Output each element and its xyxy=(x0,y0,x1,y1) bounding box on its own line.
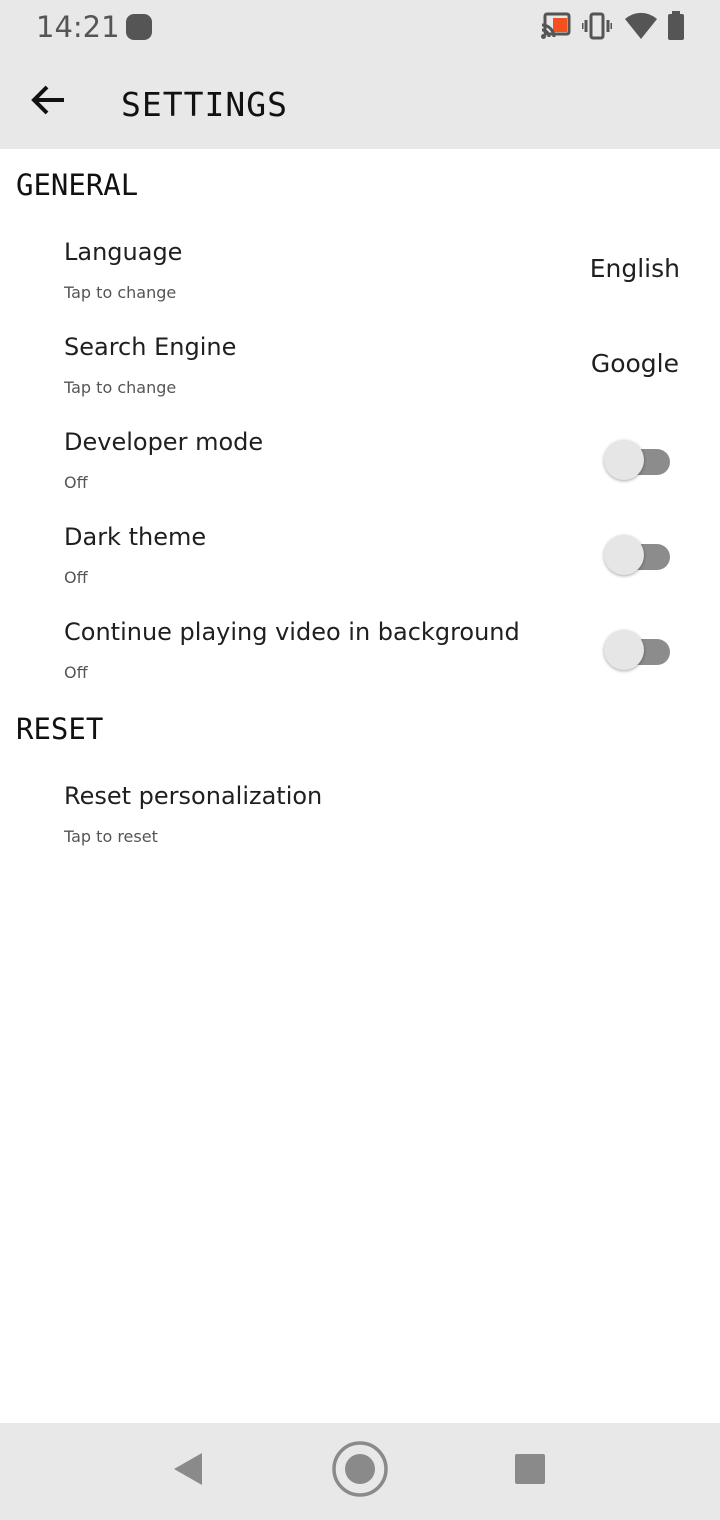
battery-icon xyxy=(666,11,686,46)
setting-search-engine[interactable]: Search Engine Tap to change Google xyxy=(0,323,720,418)
toggle-thumb xyxy=(604,535,644,575)
nav-home-button[interactable] xyxy=(330,1440,390,1503)
setting-background-video-subtitle: Off xyxy=(64,663,88,682)
toggle-thumb xyxy=(604,630,644,670)
section-header-reset: RESET xyxy=(16,712,104,746)
system-nav-bar xyxy=(0,1423,720,1520)
nav-back-icon xyxy=(172,1452,204,1491)
developer-mode-toggle[interactable] xyxy=(604,438,672,482)
setting-developer-mode-subtitle: Off xyxy=(64,473,88,492)
toggle-thumb xyxy=(604,440,644,480)
setting-search-engine-subtitle: Tap to change xyxy=(64,378,177,397)
setting-developer-mode[interactable]: Developer mode Off xyxy=(0,418,720,513)
page-title: SETTINGS xyxy=(121,85,288,124)
setting-language-title: Language xyxy=(64,238,183,266)
status-time: 14:21 xyxy=(36,10,120,44)
setting-background-video-title: Continue playing video in background xyxy=(64,618,520,646)
setting-reset-personalization-title: Reset personalization xyxy=(64,782,323,810)
setting-language-subtitle: Tap to change xyxy=(64,283,177,302)
section-header-general: GENERAL xyxy=(16,168,139,202)
vibrate-icon xyxy=(581,11,613,46)
background-video-toggle[interactable] xyxy=(604,628,672,672)
dark-theme-toggle[interactable] xyxy=(604,533,672,577)
back-button[interactable] xyxy=(24,78,72,126)
nav-home-icon xyxy=(331,1440,389,1503)
setting-reset-personalization-subtitle: Tap to reset xyxy=(64,827,158,846)
cast-icon xyxy=(540,11,572,46)
app-bar: SETTINGS xyxy=(0,56,720,149)
status-bar: 14:21 xyxy=(0,0,720,56)
setting-dark-theme-title: Dark theme xyxy=(64,523,207,551)
setting-search-engine-title: Search Engine xyxy=(64,333,237,361)
setting-language-value: English xyxy=(589,254,680,283)
nav-back-button[interactable] xyxy=(158,1441,218,1501)
setting-search-engine-value: Google xyxy=(590,349,679,378)
nav-recents-button[interactable] xyxy=(500,1441,560,1501)
setting-reset-personalization[interactable]: Reset personalization Tap to reset xyxy=(0,772,720,867)
nav-recents-icon xyxy=(514,1453,546,1490)
notification-dot-icon xyxy=(126,14,152,40)
setting-dark-theme-subtitle: Off xyxy=(64,568,88,587)
setting-dark-theme[interactable]: Dark theme Off xyxy=(0,513,720,608)
arrow-back-icon xyxy=(30,84,66,121)
setting-background-video[interactable]: Continue playing video in background Off xyxy=(0,608,720,703)
setting-developer-mode-title: Developer mode xyxy=(64,428,264,456)
wifi-icon xyxy=(625,11,657,46)
setting-language[interactable]: Language Tap to change English xyxy=(0,228,720,323)
